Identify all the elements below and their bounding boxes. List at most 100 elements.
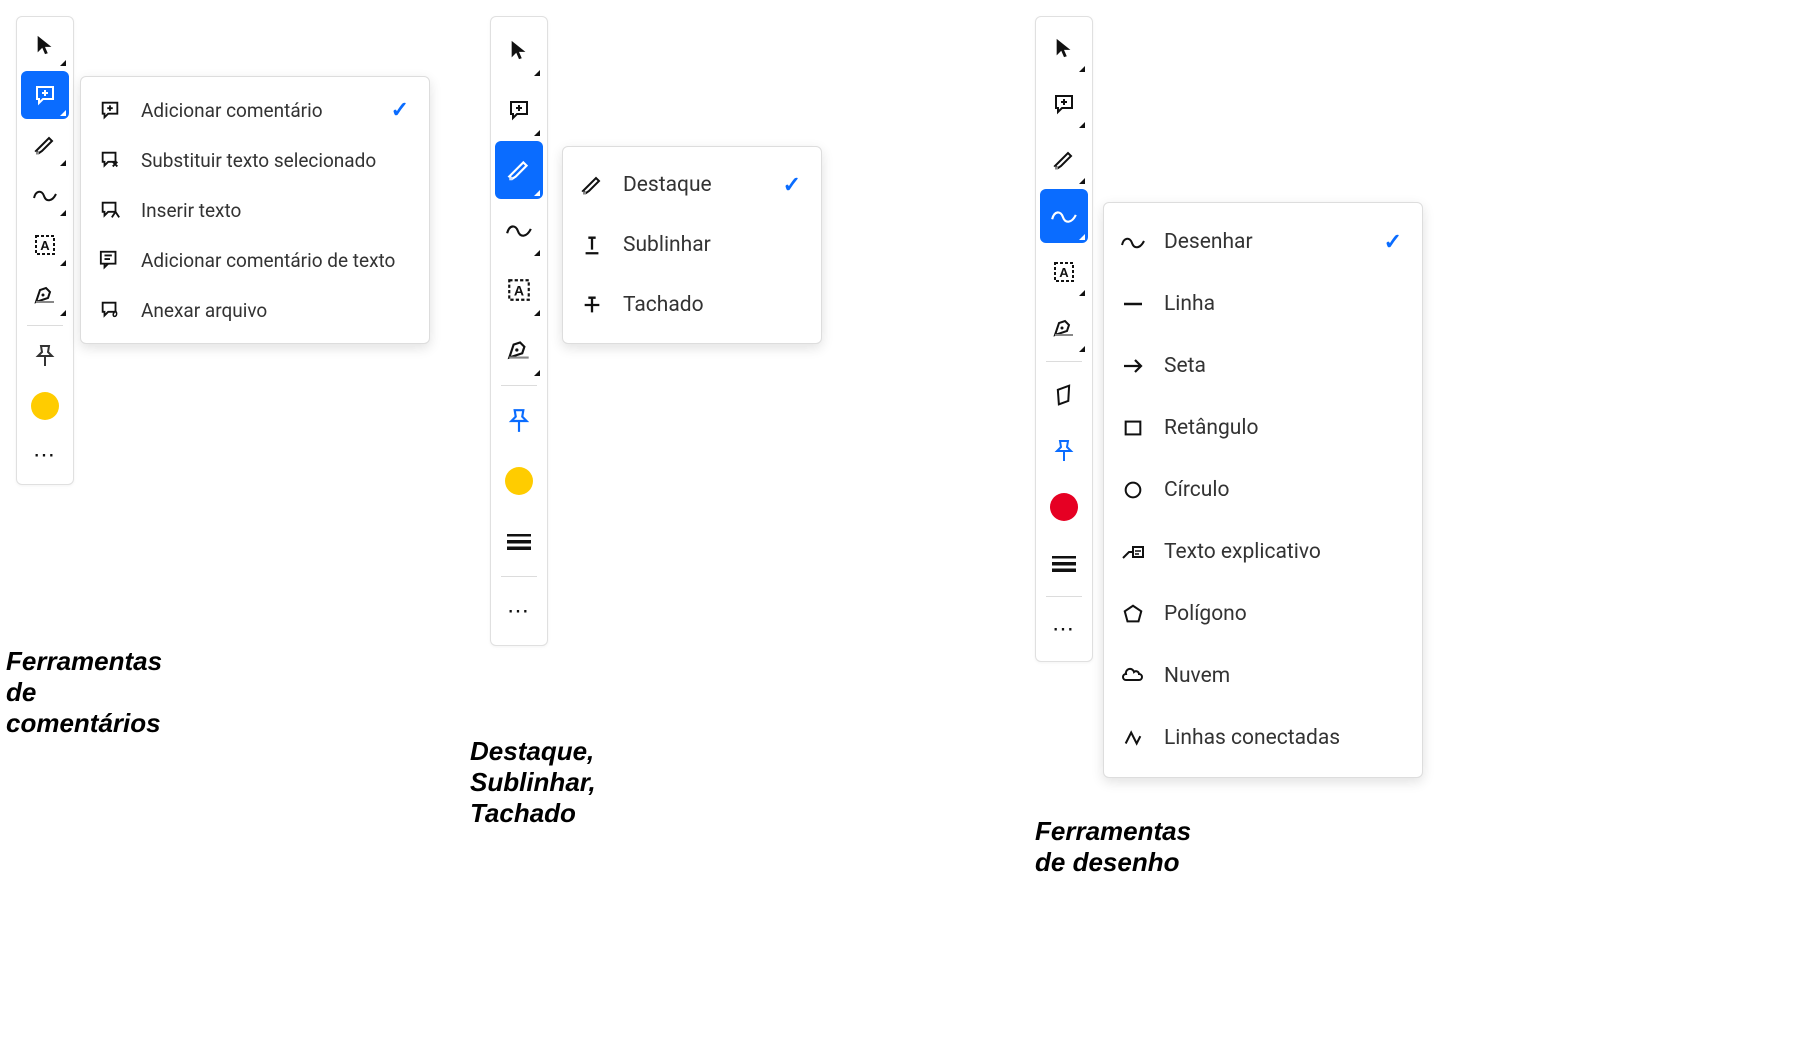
line-weight-icon	[506, 532, 532, 550]
selection-tool[interactable]	[1040, 21, 1088, 75]
line-icon	[1120, 291, 1146, 317]
flyout-item-highlight[interactable]: Destaque ✓	[563, 155, 821, 215]
flyout-item-circle[interactable]: Círculo	[1104, 459, 1422, 521]
commenting-toolbar: A ⋯	[16, 16, 74, 485]
flyout-item-callout[interactable]: Texto explicativo	[1104, 521, 1422, 583]
flyout-item-attach-file[interactable]: Anexar arquivo	[81, 285, 429, 335]
scribble-icon	[32, 186, 58, 204]
more-tools[interactable]: ⋯	[1040, 603, 1088, 657]
color-swatch-button[interactable]	[1040, 480, 1088, 534]
color-swatch-button[interactable]	[21, 382, 69, 430]
comment-replace-icon	[97, 147, 123, 173]
comment-plus-icon	[507, 98, 531, 122]
pushpin-icon	[508, 408, 530, 434]
line-weight-icon	[1051, 554, 1077, 572]
pin-tool[interactable]	[495, 392, 543, 450]
text-box-icon: A	[33, 233, 57, 257]
pen-nib-icon	[32, 284, 58, 306]
polygon-icon	[1120, 601, 1146, 627]
more-tools[interactable]: ⋯	[495, 583, 543, 641]
comment-plus-icon	[97, 97, 123, 123]
more-tools[interactable]: ⋯	[21, 432, 69, 480]
text-box-tool[interactable]: A	[495, 261, 543, 319]
text-box-tool[interactable]: A	[21, 221, 69, 269]
draw-tool[interactable]	[21, 171, 69, 219]
flyout-item-label: Linhas conectadas	[1164, 726, 1340, 750]
flyout-item-add-comment[interactable]: Adicionar comentário ✓	[81, 85, 429, 135]
highlighter-icon	[1052, 148, 1076, 172]
ellipsis-icon: ⋯	[507, 601, 531, 623]
flyout-item-label: Círculo	[1164, 478, 1229, 502]
draw-tool[interactable]	[495, 201, 543, 259]
flyout-item-label: Adicionar comentário	[141, 99, 323, 122]
flyout-item-polygon[interactable]: Polígono	[1104, 583, 1422, 645]
flyout-item-add-text-comment[interactable]: Adicionar comentário de texto	[81, 235, 429, 285]
flyout-item-label: Texto explicativo	[1164, 540, 1321, 564]
add-comment-tool[interactable]	[1040, 77, 1088, 131]
draw-tool[interactable]	[1040, 189, 1088, 243]
text-box-tool[interactable]: A	[1040, 245, 1088, 299]
flyout-item-label: Inserir texto	[141, 199, 241, 222]
pin-tool[interactable]	[1040, 424, 1088, 478]
drawing-toolbar: A ⋯	[1035, 16, 1093, 662]
add-comment-tool[interactable]	[21, 71, 69, 119]
eraser-tool[interactable]	[1040, 368, 1088, 422]
highlight-tool[interactable]	[495, 141, 543, 199]
comment-plus-icon	[1052, 92, 1076, 116]
pushpin-icon	[1054, 439, 1074, 463]
flyout-item-strike[interactable]: Tachado	[563, 275, 821, 335]
flyout-item-label: Adicionar comentário de texto	[141, 249, 395, 272]
strikethrough-icon	[579, 292, 605, 318]
highlight-tool[interactable]	[21, 121, 69, 169]
cloud-icon	[1120, 663, 1146, 689]
flyout-item-replace-text[interactable]: Substituir texto selecionado	[81, 135, 429, 185]
flyout-item-cloud[interactable]: Nuvem	[1104, 645, 1422, 707]
line-weight-button[interactable]	[495, 512, 543, 570]
comment-attach-icon	[97, 297, 123, 323]
highlighter-icon	[579, 172, 605, 198]
flyout-item-underline[interactable]: Sublinhar	[563, 215, 821, 275]
signature-tool[interactable]	[495, 321, 543, 379]
pen-nib-icon	[1051, 317, 1077, 339]
check-icon: ✓	[1384, 230, 1402, 255]
flyout-item-label: Polígono	[1164, 602, 1247, 626]
selection-tool[interactable]	[495, 21, 543, 79]
selection-tool[interactable]	[21, 21, 69, 69]
flyout-item-label: Desenhar	[1164, 230, 1253, 254]
pen-nib-icon	[505, 338, 533, 362]
flyout-item-draw[interactable]: Desenhar ✓	[1104, 211, 1422, 273]
check-icon: ✓	[391, 98, 409, 123]
svg-text:A: A	[514, 282, 524, 298]
flyout-item-insert-text[interactable]: Inserir texto	[81, 185, 429, 235]
signature-tool[interactable]	[21, 271, 69, 319]
flyout-item-label: Tachado	[623, 293, 704, 317]
svg-text:A: A	[40, 238, 50, 253]
flyout-item-rectangle[interactable]: Retângulo	[1104, 397, 1422, 459]
flyout-item-label: Linha	[1164, 292, 1215, 316]
comment-plus-icon	[33, 83, 57, 107]
flyout-item-arrow[interactable]: Seta	[1104, 335, 1422, 397]
separator	[501, 576, 537, 577]
flyout-item-label: Sublinhar	[623, 233, 711, 257]
cursor-icon	[508, 39, 530, 61]
flyout-item-label: Nuvem	[1164, 664, 1230, 688]
flyout-item-connected-lines[interactable]: Linhas conectadas	[1104, 707, 1422, 769]
add-comment-tool[interactable]	[495, 81, 543, 139]
flyout-item-label: Retângulo	[1164, 416, 1258, 440]
scribble-icon	[505, 220, 533, 240]
separator	[27, 325, 63, 326]
flyout-item-line[interactable]: Linha	[1104, 273, 1422, 335]
color-swatch-button[interactable]	[495, 452, 543, 510]
commenting-flyout: Adicionar comentário ✓ Substituir texto …	[80, 76, 430, 344]
pin-tool[interactable]	[21, 332, 69, 380]
flyout-item-label: Substituir texto selecionado	[141, 149, 376, 172]
polyline-icon	[1120, 725, 1146, 751]
line-weight-button[interactable]	[1040, 536, 1088, 590]
separator	[501, 385, 537, 386]
check-icon: ✓	[783, 173, 801, 198]
highlight-tool[interactable]	[1040, 133, 1088, 187]
signature-tool[interactable]	[1040, 301, 1088, 355]
text-box-icon: A	[506, 277, 532, 303]
group1-caption: Ferramentas de comentários	[6, 646, 162, 739]
arrow-icon	[1120, 353, 1146, 379]
